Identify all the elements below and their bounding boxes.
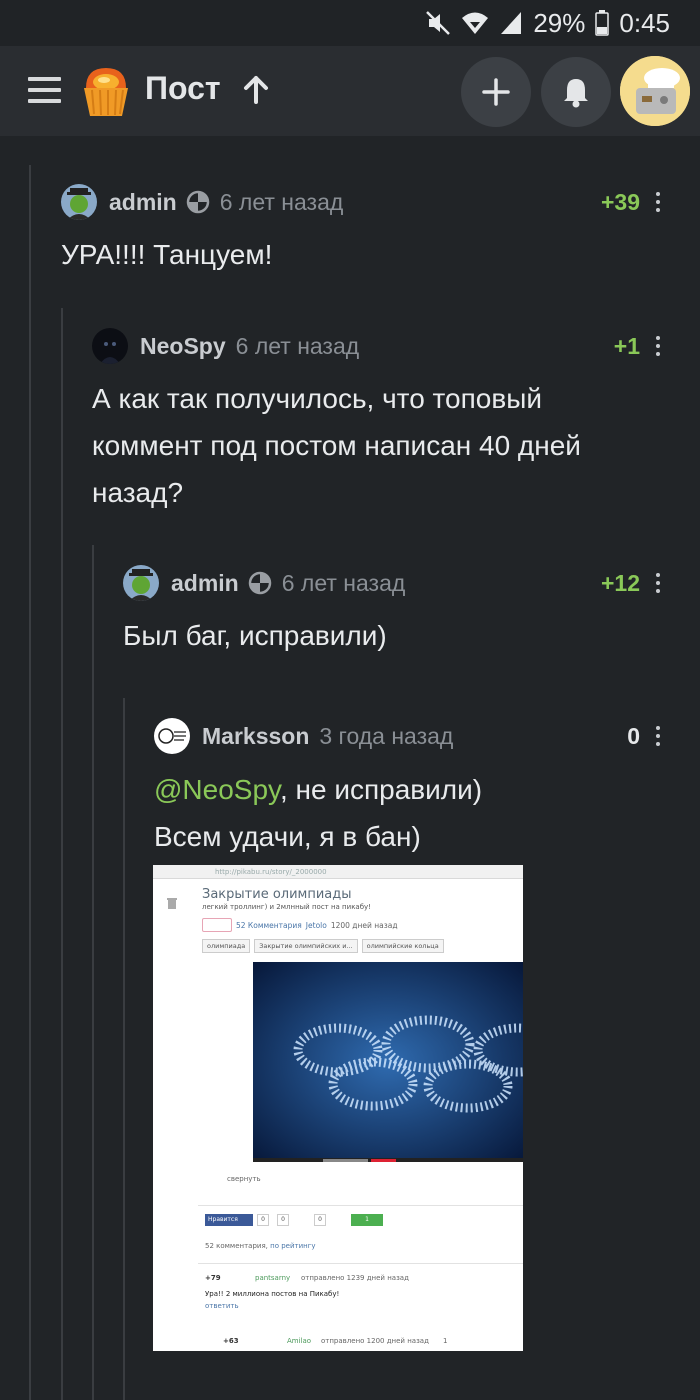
up-arrow-icon[interactable] xyxy=(242,74,270,106)
post-subtitle: легкий троллинг) и 2млнный пост на пикаб… xyxy=(202,903,371,911)
bell-icon xyxy=(564,79,588,108)
comment-time: 6 лет назад xyxy=(219,188,344,215)
add-post-button[interactable] xyxy=(461,57,531,127)
comment-time: 6 лет назад xyxy=(235,332,360,359)
thread-line xyxy=(61,308,63,1400)
admin-badge-icon xyxy=(248,571,271,595)
user-avatar[interactable] xyxy=(620,56,690,126)
comment-text: Был баг, исправили) xyxy=(123,620,387,651)
wifi-icon xyxy=(462,12,489,34)
more-icon[interactable] xyxy=(655,192,661,214)
pikabu-logo[interactable] xyxy=(78,62,134,120)
more-icon[interactable] xyxy=(655,726,661,748)
comment-text: А как так получилось, что топовый коммен… xyxy=(92,383,581,508)
browser-url: http://pikabu.ru/story/_2000000 xyxy=(153,865,523,879)
post-tags: олимпиада Закрытие олимпийских и... олим… xyxy=(202,939,444,953)
admin-badge-icon xyxy=(186,190,209,214)
collapse-link: свернуть xyxy=(227,1175,261,1183)
menu-icon[interactable] xyxy=(28,77,62,105)
avatar[interactable] xyxy=(61,184,97,220)
thread-line xyxy=(29,165,31,1400)
comment-author[interactable]: NeoSpy xyxy=(140,333,226,360)
camera-icon xyxy=(202,918,232,932)
signal-icon xyxy=(501,12,522,34)
comment-rating: +39 xyxy=(600,189,640,215)
comment-author[interactable]: admin xyxy=(109,189,177,216)
comment-rating: +12 xyxy=(600,570,640,596)
thread-line xyxy=(92,545,94,1400)
more-icon[interactable] xyxy=(655,336,661,358)
comment-image[interactable]: http://pikabu.ru/story/_2000000 Закрытие… xyxy=(153,865,523,1351)
battery-percent: 29% xyxy=(533,7,586,38)
comment-time: 3 года назад xyxy=(319,722,454,749)
comment-rating: 0 xyxy=(627,723,640,749)
trash-icon xyxy=(167,898,177,909)
notifications-button[interactable] xyxy=(541,57,611,127)
mention-link[interactable]: @NeoSpy xyxy=(154,774,280,805)
more-icon[interactable] xyxy=(655,573,661,595)
comment-text: УРА!!!! Танцуем! xyxy=(61,239,273,270)
plus-icon xyxy=(482,78,510,106)
comment-rating: +1 xyxy=(613,333,640,359)
facebook-like-button: Нравится xyxy=(205,1214,253,1226)
olympic-rings-photo xyxy=(253,962,523,1162)
comment-author[interactable]: admin xyxy=(171,570,239,597)
app-bar: Пост xyxy=(0,46,700,136)
post-title: Закрытие олимпиады xyxy=(202,887,352,902)
avatar[interactable] xyxy=(92,328,128,364)
page-title: Пост xyxy=(145,70,221,106)
mute-icon xyxy=(426,11,451,35)
avatar[interactable] xyxy=(154,718,190,754)
avatar[interactable] xyxy=(123,565,159,601)
comments-count: 52 комментария, по рейтингу xyxy=(205,1242,316,1250)
status-bar: 29% 0:45 xyxy=(0,0,700,46)
post-meta: 52 Комментария Jetolo 1200 дней назад xyxy=(202,918,398,932)
thread-line xyxy=(123,698,125,1400)
comment-author[interactable]: Marksson xyxy=(202,723,309,750)
battery-icon xyxy=(595,10,610,36)
comment-text: @NeoSpy, не исправили) Всем удачи, я в б… xyxy=(154,774,483,852)
clock: 0:45 xyxy=(619,7,670,38)
comment-time: 6 лет назад xyxy=(281,569,406,596)
